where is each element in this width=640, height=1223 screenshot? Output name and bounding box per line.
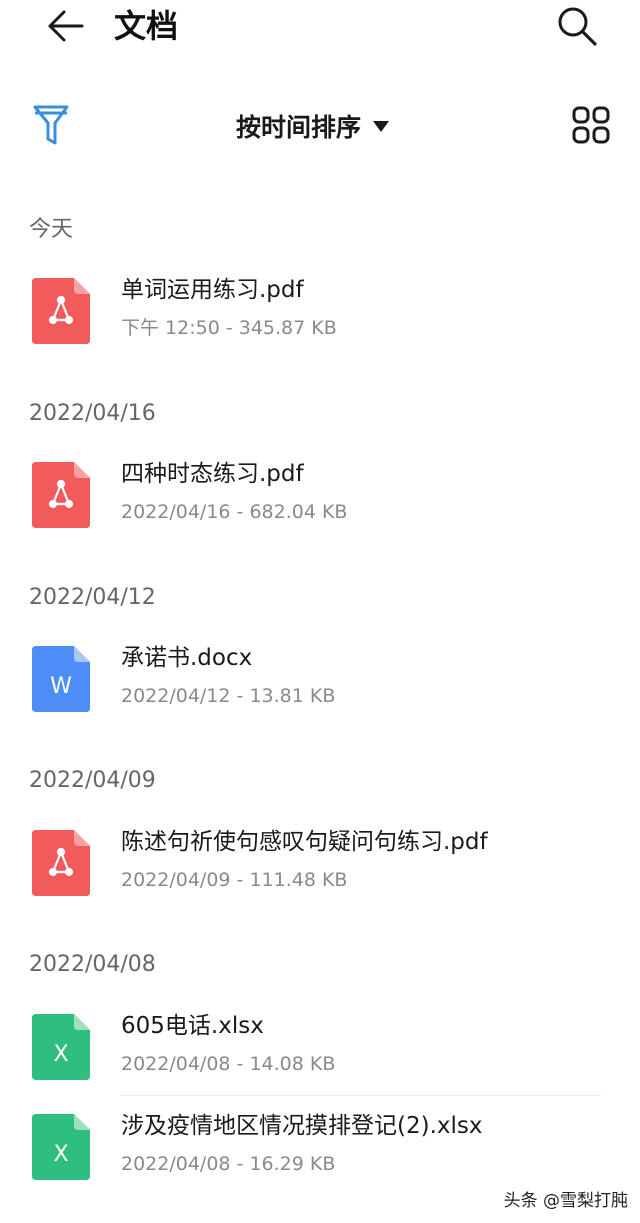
word-file-icon: W [32,646,90,712]
file-name: 四种时态练习.pdf [121,461,304,487]
filter-button[interactable] [28,102,74,148]
file-item[interactable]: X 涉及疫情地区情况摸排登记(2).xlsx 2022/04/08 - 16.2… [0,1106,610,1196]
section-header: 2022/04/08 [29,952,156,977]
file-name: 陈述句祈使句感叹句疑问句练习.pdf [121,829,488,855]
grid-view-icon [572,106,610,144]
section-header: 2022/04/16 [29,401,156,426]
file-meta: 2022/04/16 - 682.04 KB [121,501,348,523]
pdf-file-icon [32,278,90,344]
watermark: 头条 @雪梨打肫 [504,1186,628,1211]
documents-page: 文档 按时间排序 今天 单词运用练习.pdf 下午 12:50 - 345.87… [0,0,640,1223]
pdf-file-icon [32,830,90,896]
file-type-glyph: W [50,674,72,699]
list-divider [121,1095,601,1096]
file-meta: 2022/04/08 - 14.08 KB [121,1053,336,1075]
file-name: 承诺书.docx [121,645,253,671]
file-meta: 下午 12:50 - 345.87 KB [121,317,337,339]
pdf-file-icon [32,462,90,528]
sort-dropdown[interactable]: 按时间排序 [236,104,390,148]
file-item[interactable]: W 承诺书.docx 2022/04/12 - 13.81 KB [0,638,610,728]
grid-view-button[interactable] [566,100,616,150]
section-header: 今天 [29,217,74,242]
file-type-glyph: X [53,1142,68,1167]
section-header: 2022/04/12 [29,585,156,610]
file-type-glyph: X [53,1042,68,1067]
back-button[interactable] [40,6,88,46]
file-item[interactable]: 陈述句祈使句感叹句疑问句练习.pdf 2022/04/09 - 111.48 K… [0,822,610,912]
search-icon [558,7,597,46]
section-header: 2022/04/09 [29,768,156,793]
file-meta: 2022/04/08 - 16.29 KB [121,1153,336,1175]
filter-icon [33,105,69,145]
sort-label: 按时间排序 [236,113,362,142]
file-name: 单词运用练习.pdf [121,277,304,303]
file-meta: 2022/04/12 - 13.81 KB [121,685,336,707]
watermark-text: 头条 @雪梨打肫 [503,1191,628,1211]
file-item[interactable]: X 605电话.xlsx 2022/04/08 - 14.08 KB [0,1006,610,1096]
file-meta: 2022/04/09 - 111.48 KB [121,869,348,891]
file-name: 605电话.xlsx [121,1013,264,1039]
file-item[interactable]: 四种时态练习.pdf 2022/04/16 - 682.04 KB [0,454,610,544]
sort-toolbar: 按时间排序 [0,100,640,152]
search-button[interactable] [552,4,602,48]
arrow-left-icon [48,10,84,42]
excel-file-icon: X [32,1014,90,1080]
file-name: 涉及疫情地区情况摸排登记(2).xlsx [121,1113,483,1139]
page-title: 文档 [114,7,179,45]
excel-file-icon: X [32,1114,90,1180]
caret-down-icon [373,120,390,132]
file-item[interactable]: 单词运用练习.pdf 下午 12:50 - 345.87 KB [0,270,610,360]
top-bar: 文档 [0,0,640,56]
